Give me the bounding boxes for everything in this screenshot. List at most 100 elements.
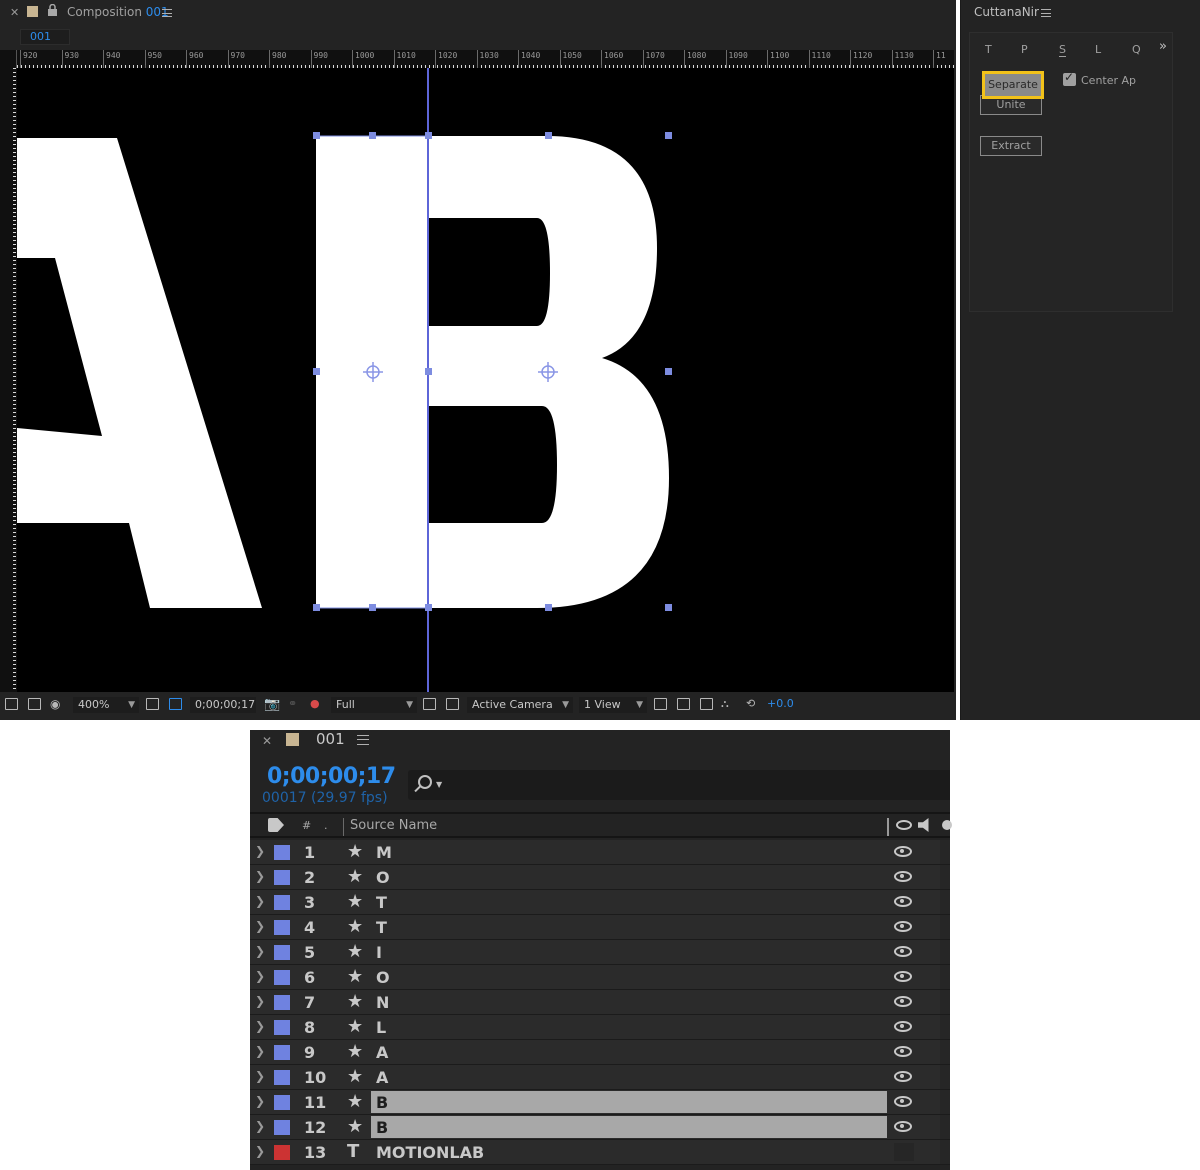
vertical-ruler[interactable] [0,68,17,692]
table-row[interactable]: ❯ 11 ★ B [250,1090,950,1115]
timecode-field[interactable]: 0;00;00;17 [190,697,256,713]
region-of-interest-icon[interactable] [169,698,182,710]
layer-label-color[interactable] [274,970,290,985]
table-row[interactable]: ❯ 1 ★ M [250,840,950,865]
expand-chevron-icon[interactable]: ❯ [255,1044,265,1058]
table-row[interactable]: ❯ 6 ★ O [250,965,950,990]
layer-label-color[interactable] [274,1045,290,1060]
expand-chevron-icon[interactable]: ❯ [255,1069,265,1083]
current-time-display[interactable]: 0;00;00;17 [267,764,396,789]
layer-source-name[interactable]: I [376,943,382,965]
layer-search-field[interactable]: ▼ [408,770,950,800]
layer-source-name[interactable]: B [371,1091,887,1113]
panel-menu-icon[interactable] [162,9,172,17]
table-row[interactable]: ❯ 8 ★ L [250,1015,950,1040]
expand-chevron-icon[interactable]: ❯ [255,1094,265,1108]
expand-chevron-icon[interactable]: ❯ [255,969,265,983]
composition-tab-title[interactable]: Composition 001 [67,5,169,19]
table-row[interactable]: ❯ 10 ★ A [250,1065,950,1090]
audio-toggle-cell[interactable] [940,915,950,939]
eye-icon[interactable] [894,896,912,907]
audio-toggle-cell[interactable] [940,1140,950,1164]
audio-toggle-cell[interactable] [940,890,950,914]
layer-source-name[interactable]: MOTIONLAB [376,1143,484,1165]
layer-source-name[interactable]: T [376,893,387,915]
layer-source-name[interactable]: O [376,868,390,890]
table-row[interactable]: ❯ 5 ★ I [250,940,950,965]
timeline-tab-title[interactable]: 001 [316,730,345,748]
expand-chevron-icon[interactable]: ❯ [255,1119,265,1133]
label-tag-icon[interactable] [268,818,284,832]
layer-source-name[interactable]: T [376,918,387,940]
reset-exposure-icon[interactable]: ⟲ [746,697,755,710]
layer-source-name[interactable]: O [376,968,390,990]
expand-chevron-icon[interactable]: ❯ [255,919,265,933]
layer-label-color[interactable] [274,945,290,960]
layer-source-name[interactable]: B [371,1116,887,1138]
eye-icon[interactable] [894,1096,912,1107]
audio-toggle-cell[interactable] [940,1090,950,1114]
fast-previews-icon[interactable] [423,698,436,710]
expand-chevron-icon[interactable]: ❯ [255,1144,265,1158]
layer-source-name[interactable]: A [376,1068,388,1090]
layer-label-color[interactable] [274,895,290,910]
layer-source-name[interactable]: N [376,993,389,1015]
audio-toggle-cell[interactable] [940,1040,950,1064]
audio-toggle-cell[interactable] [940,1065,950,1089]
camera-dropdown[interactable]: Active Camera ▼ [467,697,573,713]
speaker-icon[interactable] [918,818,929,832]
eye-icon[interactable] [896,820,912,830]
separate-button[interactable]: Separate [982,71,1044,99]
eye-icon[interactable] [894,1046,912,1057]
panel-menu-icon[interactable] [357,735,369,745]
layer-label-color[interactable] [274,1070,290,1085]
table-row[interactable]: ❯ 2 ★ O [250,865,950,890]
expand-chevron-icon[interactable]: ❯ [255,944,265,958]
timeline-icon[interactable] [700,698,713,710]
center-anchor-checkbox[interactable] [1063,70,1076,86]
zoom-dropdown[interactable]: 400% ▼ [73,697,139,713]
monitor-icon[interactable] [28,698,41,710]
layer-label-color[interactable] [274,845,290,860]
eye-icon[interactable] [894,1121,912,1132]
table-row[interactable]: ❯ 9 ★ A [250,1040,950,1065]
lock-icon[interactable] [47,4,58,16]
exposure-value[interactable]: +0.0 [767,697,794,710]
mask-visibility-icon[interactable]: ◉ [50,697,60,711]
audio-toggle-cell[interactable] [940,865,950,889]
audio-toggle-cell[interactable] [940,940,950,964]
layer-label-color[interactable] [274,1120,290,1135]
composition-canvas[interactable] [17,68,954,692]
expand-chevron-icon[interactable]: ❯ [255,844,265,858]
extract-button[interactable]: Extract [980,136,1042,156]
eye-icon[interactable] [894,1021,912,1032]
table-row[interactable]: ❯ 12 ★ B [250,1115,950,1140]
resolution-dropdown[interactable]: Full ▼ [331,697,417,713]
column-divider[interactable] [887,818,889,836]
tab-l[interactable]: L [1095,43,1101,56]
letter-a-shape[interactable] [17,138,262,608]
layer-label-color[interactable] [274,1145,290,1160]
audio-toggle-cell[interactable] [940,990,950,1014]
layer-source-name[interactable]: M [376,843,392,865]
flowchart-icon[interactable]: ⛬ [721,697,729,711]
composition-subtab[interactable]: 001 [20,29,70,45]
panel-menu-icon[interactable] [1041,9,1051,17]
more-tabs-icon[interactable]: » [1159,39,1167,54]
fit-icon[interactable] [146,698,159,710]
layer-label-color[interactable] [274,920,290,935]
audio-toggle-cell[interactable] [940,965,950,989]
show-snapshot-icon[interactable]: ⚭ [288,697,297,710]
eye-icon[interactable] [894,921,912,932]
expand-chevron-icon[interactable]: ❯ [255,994,265,1008]
expand-chevron-icon[interactable]: ❯ [255,869,265,883]
layer-label-color[interactable] [274,1095,290,1110]
table-row[interactable]: ❯ 13 T MOTIONLAB [250,1140,950,1165]
snapshot-preview-icon[interactable] [5,698,18,710]
column-source-name-header[interactable]: Source Name [350,818,437,833]
visibility-toggle-empty[interactable] [894,1143,914,1161]
close-icon[interactable]: ✕ [262,734,272,748]
layer-source-name[interactable]: A [376,1043,388,1065]
camera-snapshot-icon[interactable]: 📷 [264,697,280,712]
draft-3d-icon[interactable] [677,698,690,710]
